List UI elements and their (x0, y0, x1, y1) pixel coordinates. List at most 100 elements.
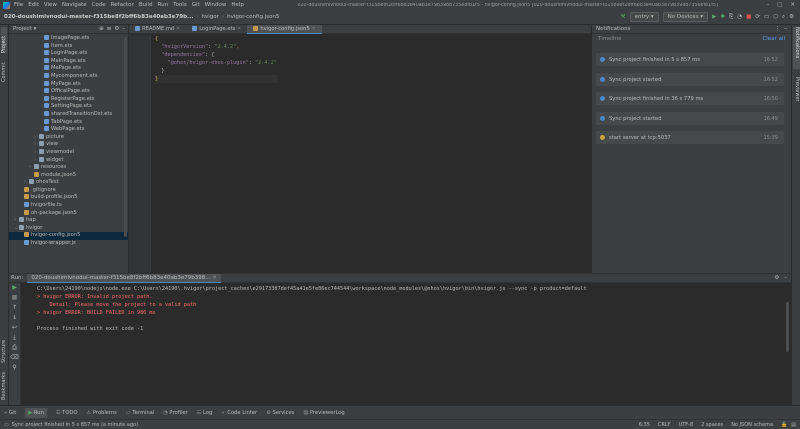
menu-git[interactable]: Git (192, 2, 200, 8)
build-hammer-icon[interactable]: ⚒ (621, 14, 626, 20)
notification-item[interactable]: Sync project finished in 36 s 779 ms 16:5… (596, 92, 784, 105)
minimize-button[interactable]: – (766, 2, 769, 8)
bottom-tab-previewerlog[interactable]: ▤ PreviewerLog (303, 410, 344, 416)
tree-folder[interactable]: ⌄ hvigor (9, 224, 128, 233)
device-select[interactable]: No Devices ▾ (662, 12, 709, 22)
tree-file[interactable]: ImagePage.ets (9, 35, 128, 43)
status-message[interactable]: Sync project finished in 5 s 857 ms (a m… (12, 422, 138, 428)
notification-item[interactable]: Sync project started 16:49 (596, 111, 784, 125)
search-icon[interactable]: ⌕ (782, 14, 785, 21)
editor-tab[interactable]: README.md ✕ (129, 25, 186, 34)
tree-folder[interactable]: › resources (9, 164, 128, 172)
tree-file[interactable]: MyPage.ets (9, 80, 128, 89)
close-button[interactable]: ✕ (790, 2, 795, 8)
file-encoding[interactable]: UTF-8 (679, 422, 694, 428)
run-config-select[interactable]: entry ▾ (629, 12, 659, 22)
tree-file[interactable]: hvigor-wrapper.js (9, 240, 128, 248)
tree-file[interactable]: hvigor-config.json5 (9, 232, 128, 241)
editor-tab[interactable]: LoginPage.ets ✕ (186, 25, 247, 34)
tree-folder[interactable]: › viewmodel (9, 148, 128, 157)
tree-file[interactable]: TabPage.ets (9, 118, 128, 127)
bottom-tab-services[interactable]: ⚙ Services (266, 410, 294, 416)
scroll-to-end-icon[interactable]: ⤓ (9, 333, 20, 343)
soft-wrap-icon[interactable]: ↩ (9, 323, 20, 333)
tree-file[interactable]: sharedTransitionDst.ets (9, 110, 128, 119)
locate-icon[interactable]: ⊕ (99, 26, 104, 32)
tree-file[interactable]: WebPage.ets (9, 126, 128, 134)
sdk-manager-icon[interactable]: ⬡ (773, 14, 778, 20)
menu-refactor[interactable]: Refactor (111, 2, 134, 8)
panel-options-icon[interactable]: ⚙ (114, 26, 119, 32)
tree-folder[interactable]: › hap (9, 217, 128, 225)
rerun-icon[interactable]: ▶ (9, 283, 20, 293)
tree-folder[interactable]: › picture (9, 133, 128, 142)
tree-file[interactable]: module.json5 (9, 171, 128, 180)
console-output[interactable]: C:\Users\24190\nodejs\node.exe C:\Users\… (37, 285, 587, 333)
previewer-tool-button[interactable]: Previewer (793, 77, 800, 111)
scroll-down-icon[interactable]: ↓ (9, 313, 20, 323)
editor-scrollbar[interactable] (586, 37, 589, 267)
menu-file[interactable]: File (14, 2, 23, 8)
bottom-tab-problems[interactable]: ⚠ Problems (87, 410, 117, 416)
hide-panel-icon[interactable]: – (122, 26, 125, 32)
menu-tools[interactable]: Tools (173, 2, 187, 8)
tree-file[interactable]: Mycomponent.ets (9, 72, 128, 81)
collapse-all-icon[interactable]: ≡ (107, 26, 112, 32)
breadcrumb-file[interactable]: hvigor-config.json5 (227, 14, 279, 20)
tree-file[interactable]: OfficalPage.ets (9, 88, 128, 96)
panel-options-icon[interactable]: ⚙ (774, 275, 779, 281)
tree-file[interactable]: MePage.ets (9, 65, 128, 73)
code-view[interactable]: { "hvigorVersion": "2.4.2", "dependencie… (155, 35, 277, 83)
editor-tab[interactable]: hvigor-config.json5 ✕ (247, 24, 322, 34)
readonly-lock-icon[interactable]: 🔓 (781, 422, 787, 428)
notification-item[interactable]: start server at tcp:5037 15:39 (596, 131, 784, 144)
panel-options-icon[interactable]: ⋮ (775, 26, 781, 32)
notifications-tool-button[interactable]: Notifications (793, 27, 800, 69)
breadcrumb-root[interactable]: 020-doushimivnodui-master-f315be8f2bff6b… (4, 14, 193, 20)
bottom-tab-todo[interactable]: ☰ TODO (56, 410, 78, 416)
attach-debugger-icon[interactable]: ⎘ (729, 14, 733, 21)
stop-icon[interactable]: ■ (9, 293, 20, 303)
tree-file[interactable]: oh-package.json5 (9, 209, 128, 218)
tree-file[interactable]: MainPage.ets (9, 57, 128, 66)
settings-gear-icon[interactable]: ⚙ (789, 14, 794, 20)
commit-tool-button[interactable]: Commit (1, 58, 7, 82)
tree-file[interactable]: .gitignore (9, 186, 128, 195)
bottom-tab-run[interactable]: ▶ Run (25, 407, 47, 418)
close-tab-icon[interactable]: ✕ (310, 26, 315, 32)
tree-scrollbar[interactable] (124, 37, 127, 237)
hide-panel-icon[interactable]: – (784, 26, 787, 32)
close-tab-icon[interactable]: ✕ (174, 26, 180, 32)
bottom-tab-profiler[interactable]: ◔ Profiler (163, 410, 187, 416)
indent-setting[interactable]: 2 spaces (701, 422, 723, 428)
memory-indicator-icon[interactable]: ▤ (791, 422, 796, 428)
notification-item[interactable]: Sync project started 16:52 (596, 72, 784, 86)
bottom-tab-log[interactable]: ☷ Log (197, 410, 213, 416)
console-scrollbar[interactable] (786, 302, 789, 352)
line-separator[interactable]: CRLF (658, 422, 671, 428)
bottom-tab-git[interactable]: ⑂ Git (4, 410, 16, 416)
caret-position[interactable]: 6:35 (639, 422, 650, 428)
tree-file[interactable]: SettingPage.ets (9, 103, 128, 111)
debug-icon[interactable]: ✱ (720, 14, 725, 20)
run-icon[interactable]: ▶ (712, 14, 716, 20)
tree-file[interactable]: build-profile.json5 (9, 194, 128, 202)
run-tab[interactable]: 020-doushimivnodui-master-f315be8f2bff6b… (27, 273, 221, 283)
print-icon[interactable]: ⎙ (9, 343, 20, 353)
close-tab-icon[interactable]: ✕ (235, 26, 241, 32)
structure-tool-button[interactable]: Structure (1, 335, 7, 363)
json-schema[interactable]: No JSON schema (731, 422, 773, 428)
menu-build[interactable]: Build (139, 2, 153, 8)
profiler-icon[interactable]: ◔ (737, 14, 742, 20)
project-tool-button[interactable]: Project (1, 27, 7, 53)
breadcrumb-folder[interactable]: hvigor (202, 14, 219, 20)
pin-icon[interactable]: ⚲ (9, 363, 20, 373)
bottom-tab-code-linter[interactable]: ✓ Code Linter (221, 410, 257, 416)
clear-all-link[interactable]: Clear all (762, 36, 785, 42)
clear-console-icon[interactable]: ⌫ (9, 353, 20, 363)
sync-icon[interactable]: ⟳ (755, 14, 760, 20)
tree-folder[interactable]: › ohosTest (9, 179, 128, 187)
menu-run[interactable]: Run (158, 2, 169, 8)
tree-file[interactable]: Item.ets (9, 42, 128, 51)
tree-file[interactable]: hvigorfile.ts (9, 202, 128, 210)
